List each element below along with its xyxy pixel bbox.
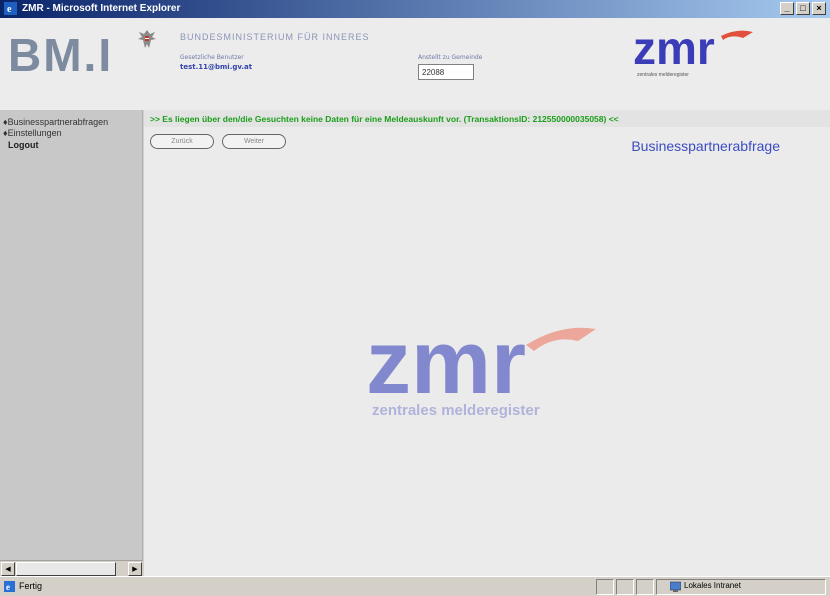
gemeinde-field[interactable] [418, 64, 474, 80]
maximize-button[interactable]: □ [796, 2, 810, 15]
internet-explorer-icon: e [4, 2, 17, 15]
horizontal-scrollbar[interactable]: ◀ ▶ [0, 560, 143, 576]
svg-text:e: e [7, 4, 12, 15]
user-label: Gesetzliche Benutzer [180, 54, 244, 61]
status-panel-1 [596, 579, 614, 595]
page-icon: e [4, 581, 15, 592]
ministry-name: BUNDESMINISTERIUM FÜR INNERES [180, 32, 370, 42]
zmr-logo-small-sub: zentrales melderegister [637, 72, 689, 78]
scroll-left-icon[interactable]: ◀ [1, 562, 15, 576]
window-title: ZMR - Microsoft Internet Explorer [22, 3, 181, 14]
back-button[interactable]: Zurück [150, 134, 214, 149]
zone-label: Lokales Intranet [684, 581, 741, 590]
minimize-button[interactable]: _ [780, 2, 794, 15]
close-button[interactable]: × [812, 2, 826, 15]
scroll-right-icon[interactable]: ▶ [128, 562, 142, 576]
zone-panel [656, 579, 826, 595]
zmr-watermark-logo: zmr zentrales melderegister [366, 315, 596, 419]
zmr-watermark-text: zmr [366, 315, 526, 413]
svg-text:e: e [6, 582, 10, 592]
user-email: test.11@bmi.gv.at [180, 63, 253, 71]
app-header: BM.I BUNDESMINISTERIUM FÜR INNERES Geset… [0, 18, 830, 110]
zmr-logo-small: zmr zentrales melderegister [633, 22, 753, 78]
sidebar-item-businesspartnerabfragen[interactable]: ♦Businesspartnerabfragen [3, 117, 108, 127]
status-panel-3 [636, 579, 654, 595]
next-button[interactable]: Weiter [222, 134, 286, 149]
sidebar: ♦Businesspartnerabfragen ♦Einstellungen … [0, 110, 143, 576]
intranet-zone-icon [670, 581, 681, 592]
sidebar-item-einstellungen[interactable]: ♦Einstellungen [3, 128, 62, 138]
status-text: Fertig [19, 581, 43, 591]
window-titlebar: e ZMR - Microsoft Internet Explorer _ □ … [0, 0, 830, 18]
scroll-thumb[interactable] [16, 562, 116, 576]
gemeinde-label: Anstellt zu Gemeinde [418, 54, 483, 61]
eagle-emblem-icon [138, 30, 156, 48]
zmr-watermark-sub: zentrales melderegister [372, 402, 540, 419]
sidebar-item-logout[interactable]: Logout [8, 140, 39, 150]
main-content: >> Es liegen über den/die Gesuchten kein… [144, 110, 830, 576]
bmi-logo: BM.I [8, 29, 114, 81]
zmr-logo-small-text: zmr [633, 22, 715, 74]
status-panel-2 [616, 579, 634, 595]
status-bar: e Fertig Lokales Intranet [0, 576, 830, 596]
page-title: Businesspartnerabfrage [631, 138, 780, 154]
status-message: >> Es liegen über den/die Gesuchten kein… [150, 114, 619, 124]
